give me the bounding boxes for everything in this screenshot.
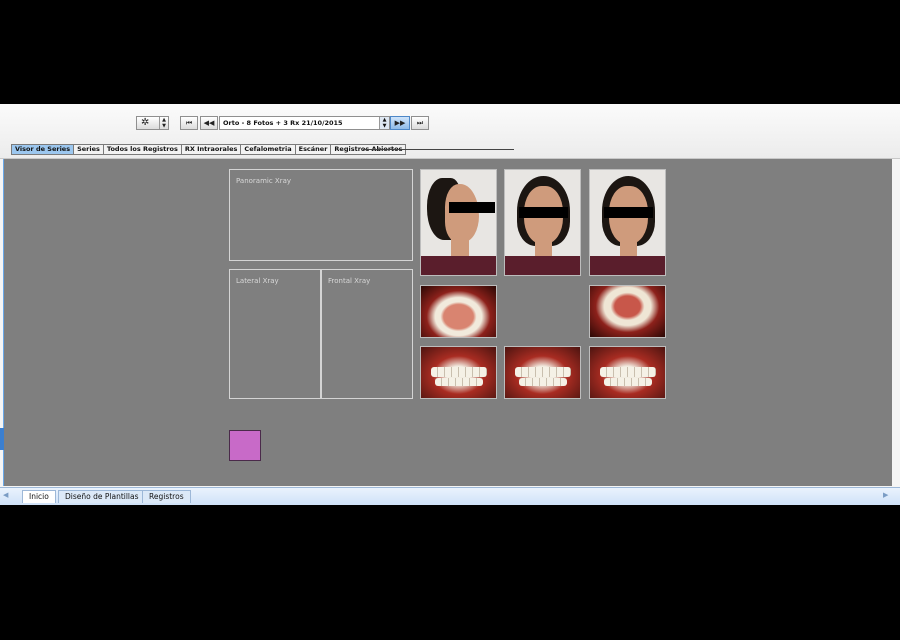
tab-todos-los-registros[interactable]: Todos los Registros [102, 144, 181, 155]
privacy-bar [519, 207, 568, 218]
settings-button[interactable]: ✲ ▲ ▼ [136, 116, 169, 130]
color-swatch[interactable] [229, 430, 261, 461]
rewind-icon: ◀◀ [203, 119, 215, 127]
frontal-intraoral-photo[interactable] [504, 346, 581, 399]
previous-series-button[interactable]: ◀◀ [200, 116, 218, 130]
tab-escaner[interactable]: Escáner [294, 144, 331, 155]
tab-visor-de-series[interactable]: Visor de Series [11, 144, 74, 155]
select-spinner-icon[interactable]: ▲ ▼ [379, 117, 389, 129]
scroll-right-icon[interactable]: ▶ [883, 491, 888, 499]
lateral-xray-label: Lateral Xray [236, 277, 279, 285]
left-buccal-photo[interactable] [589, 346, 666, 399]
privacy-bar [449, 202, 495, 213]
tab-rx-intraorales[interactable]: RX Intraorales [180, 144, 241, 155]
frontal-xray-label: Frontal Xray [328, 277, 371, 285]
panoramic-xray-label: Panoramic Xray [236, 177, 292, 185]
tab-cefalometria[interactable]: Cefalometria [240, 144, 295, 155]
frontal-photo[interactable] [504, 169, 581, 276]
profile-photo[interactable] [420, 169, 497, 276]
lateral-xray-slot[interactable]: Lateral Xray [229, 269, 321, 399]
last-series-button[interactable]: ⏭ [411, 116, 429, 130]
toolbar: ✲ ▲ ▼ ⏮ ◀◀ Orto - 8 Fotos + 3 Rx 21/10/20… [0, 104, 900, 159]
scroll-left-icon[interactable]: ◀ [3, 491, 8, 499]
bottom-tab-inicio[interactable]: Inicio [22, 490, 56, 503]
series-select-value: Orto - 8 Fotos + 3 Rx 21/10/2015 [223, 119, 343, 127]
skip-first-icon: ⏮ [185, 119, 193, 127]
privacy-bar [604, 207, 653, 218]
tab-bar-divider [363, 149, 514, 150]
bottom-tab-bar: ◀ Inicio Diseño de Plantillas Registros … [0, 487, 900, 505]
next-series-button[interactable]: ▶▶ [390, 116, 410, 130]
skip-last-icon: ⏭ [416, 119, 424, 127]
bottom-tab-registros[interactable]: Registros [142, 490, 191, 503]
tab-bar: Visor de Series Series Todos los Registr… [11, 144, 407, 155]
gear-icon: ✲ [141, 117, 150, 128]
frontal-xray-slot[interactable]: Frontal Xray [321, 269, 413, 399]
application-window: ✲ ▲ ▼ ⏮ ◀◀ Orto - 8 Fotos + 3 Rx 21/10/20… [0, 104, 900, 505]
spinner-icon[interactable]: ▲ ▼ [159, 117, 168, 129]
panoramic-xray-slot[interactable]: Panoramic Xray [229, 169, 413, 261]
series-viewer: Panoramic Xray Lateral Xray Frontal Xray [4, 159, 892, 486]
fast-forward-icon: ▶▶ [394, 119, 406, 127]
right-buccal-photo[interactable] [420, 346, 497, 399]
tab-series[interactable]: Series [73, 144, 103, 155]
smile-photo[interactable] [589, 169, 666, 276]
lower-occlusal-photo[interactable] [589, 285, 666, 338]
upper-occlusal-photo[interactable] [420, 285, 497, 338]
series-select[interactable]: Orto - 8 Fotos + 3 Rx 21/10/2015 ▲ ▼ [219, 116, 390, 130]
bottom-tab-diseno-de-plantillas[interactable]: Diseño de Plantillas [58, 490, 146, 503]
first-series-button[interactable]: ⏮ [180, 116, 198, 130]
